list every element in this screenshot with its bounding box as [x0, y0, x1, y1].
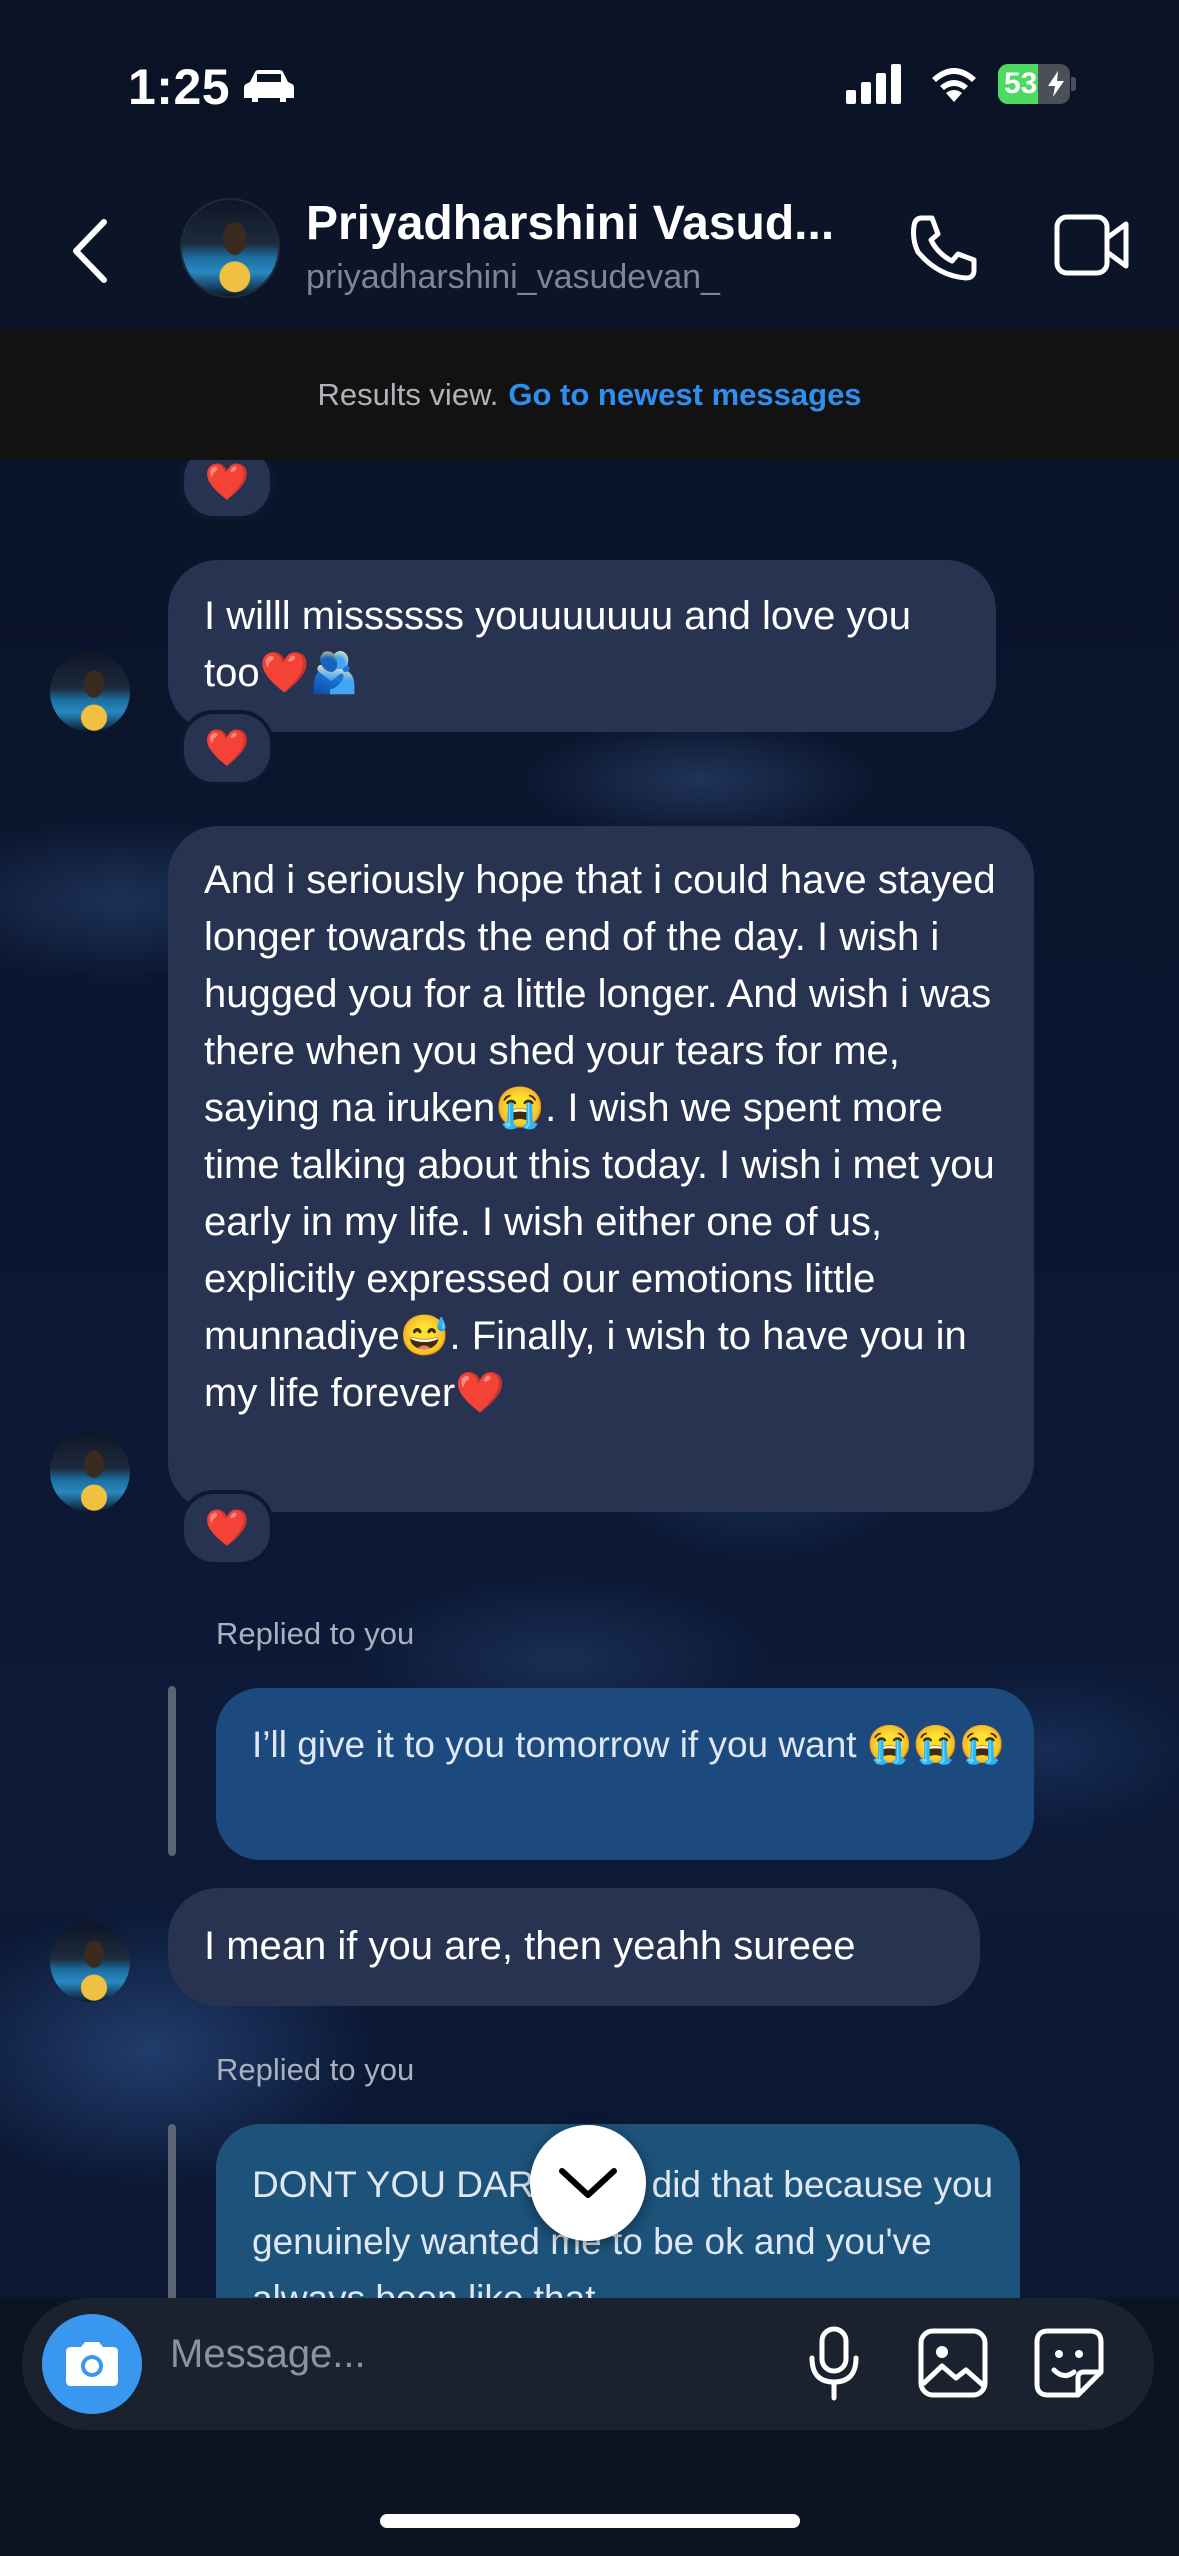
go-to-newest-link[interactable]: Go to newest messages [508, 377, 861, 413]
message-composer: Message... [22, 2298, 1154, 2430]
reaction-emoji: ❤️ [204, 727, 250, 768]
quoted-text: I’ll give it to you tomorrow if you want… [252, 1724, 1006, 1765]
contact-username[interactable]: priyadharshini_vasudevan_ [306, 258, 720, 297]
replied-label: Replied to you [216, 2052, 415, 2087]
message-list[interactable]: ❤️ I willl missssss youuuuuuu and love y… [0, 460, 1179, 2298]
contact-avatar[interactable] [180, 198, 280, 298]
quoted-message[interactable]: I’ll give it to you tomorrow if you want… [216, 1688, 1034, 1860]
reaction-heart[interactable]: ❤️ [180, 1490, 274, 1566]
scroll-to-bottom-button[interactable] [530, 2125, 646, 2241]
message-text: I mean if you are, then yeahh sureee [204, 1924, 856, 1968]
reaction-emoji: ❤️ [204, 1507, 250, 1548]
reaction-heart[interactable]: ❤️ [180, 460, 274, 520]
message-input[interactable]: Message... [170, 2332, 366, 2377]
results-banner: Results view. Go to newest messages [0, 330, 1179, 460]
received-message[interactable]: And i seriously hope that i could have s… [168, 826, 1034, 1512]
sender-avatar[interactable] [50, 1922, 130, 2002]
message-text: I willl missssss youuuuuuu and love you … [204, 594, 912, 695]
wifi-icon [932, 68, 976, 102]
home-indicator [380, 2514, 800, 2528]
received-message[interactable]: I willl missssss youuuuuuu and love you … [168, 560, 996, 732]
results-banner-text: Results view. [317, 377, 499, 412]
chevron-down-icon [559, 2168, 617, 2198]
received-message[interactable]: I mean if you are, then yeahh sureee [168, 1888, 980, 2006]
status-time: 1:25 [128, 59, 231, 115]
reply-bar [168, 1686, 176, 1856]
camera-icon [66, 2342, 118, 2386]
phone-icon[interactable] [908, 212, 980, 284]
signal-icon [846, 64, 901, 104]
battery-icon: 53 [998, 64, 1078, 104]
gallery-icon[interactable] [918, 2328, 988, 2398]
video-icon[interactable] [1054, 214, 1130, 276]
back-icon[interactable] [70, 218, 110, 284]
reaction-emoji: ❤️ [204, 461, 250, 502]
sender-avatar[interactable] [50, 652, 130, 732]
camera-button[interactable] [42, 2314, 142, 2414]
message-text: And i seriously hope that i could have s… [204, 858, 996, 1415]
car-icon [244, 70, 294, 102]
reply-bar [168, 2124, 176, 2298]
chat-header: Priyadharshini Vasud... priyadharshini_v… [0, 170, 1179, 331]
contact-name[interactable]: Priyadharshini Vasud... [306, 196, 834, 251]
battery-level: 53 [1004, 67, 1038, 100]
sticker-icon[interactable] [1034, 2328, 1104, 2398]
reaction-heart[interactable]: ❤️ [180, 710, 274, 786]
status-bar: 1:25 53 [0, 0, 1179, 170]
replied-label: Replied to you [216, 1616, 415, 1651]
sender-avatar[interactable] [50, 1432, 130, 1512]
microphone-icon[interactable] [808, 2326, 860, 2402]
